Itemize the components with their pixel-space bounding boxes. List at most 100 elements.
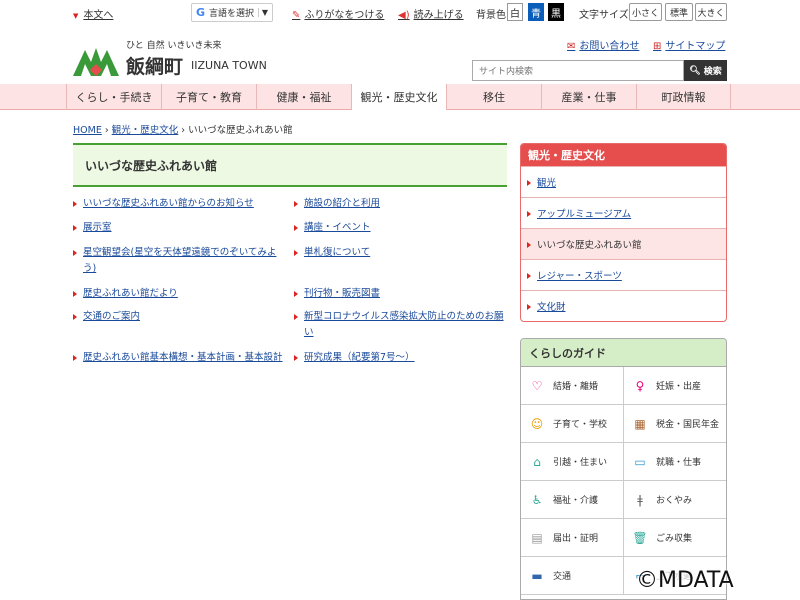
guide-garbage[interactable]: 🗑︎ ごみ収集 — [624, 519, 726, 557]
breadcrumb-separator: › — [104, 125, 109, 136]
link-basic-plan[interactable]: 歴史ふれあい館基本構想・基本計画・基本設計 — [73, 350, 283, 366]
house-icon: ⌂ — [533, 454, 541, 469]
guide-tax[interactable]: ▦ 税金・国民年金 — [624, 405, 726, 443]
nav-item-childcare[interactable]: 子育て・教育 — [161, 84, 256, 110]
document-icon: ▤ — [531, 530, 543, 545]
side-item-history-hall[interactable]: いいづな歴史ふれあい館 — [521, 228, 726, 259]
nav-item-living[interactable]: くらし・手続き — [66, 84, 161, 110]
side-item-leisure[interactable]: レジャー・スポーツ — [521, 259, 726, 290]
guide-transport[interactable]: ▬ 交通 — [521, 557, 624, 595]
breadcrumb-current: いいづな歴史ふれあい館 — [188, 125, 293, 136]
calculator-icon: ▦ — [634, 416, 646, 431]
breadcrumb-home[interactable]: HOME — [73, 125, 102, 136]
furigana-button[interactable]: ✎ ふりがなをつける — [292, 6, 384, 21]
side-menu-title: 観光・歴史文化 — [521, 144, 726, 166]
guide-certificates[interactable]: ▤ 届出・証明 — [521, 519, 624, 557]
side-item-apple-museum[interactable]: アップルミュージアム — [521, 197, 726, 228]
page-title: いいづな歴史ふれあい館 — [73, 143, 507, 187]
search-button-label: 検索 — [703, 67, 722, 77]
skip-to-content-link[interactable]: 本文へ — [73, 6, 113, 21]
guide-welfare[interactable]: ♿ 福祉・介護 — [521, 481, 624, 519]
guide-label: 福祉・介護 — [553, 496, 599, 506]
guide-jobs[interactable]: ▭ 就職・仕事 — [624, 443, 726, 481]
guide-label: おくやみ — [656, 496, 693, 506]
breadcrumb: HOME › 観光・歴史文化 › いいづな歴史ふれあい館 — [73, 122, 293, 136]
sitemap-label: サイトマップ — [665, 41, 726, 52]
guide-pregnancy[interactable]: ♀ 妊娠・出産 — [624, 367, 726, 405]
living-guide: くらしのガイド ♡ 結婚・離婚 ♀ 妊娠・出産 ☺ 子育て・学校 ▦ 税金・国民年金 ⌂… — [520, 338, 727, 600]
link-access[interactable]: 交通のご案内 — [72, 309, 140, 325]
side-item-tourism[interactable]: 観光 — [521, 166, 726, 197]
search-button[interactable]: 🔍︎ 検索 — [684, 60, 727, 81]
mail-icon: ✉ — [567, 41, 576, 52]
contact-link[interactable]: ✉ お問い合わせ — [567, 37, 639, 52]
furigana-label: ふりがなをつける — [304, 10, 385, 21]
guide-label: 結婚・離婚 — [553, 382, 599, 392]
guide-label: 交通 — [553, 572, 572, 582]
link-covid-line2: い — [304, 327, 314, 338]
guide-label: 税金・国民年金 — [656, 420, 720, 430]
child-icon: ☺ — [530, 416, 544, 431]
guide-condolence[interactable]: ǂ おくやみ — [624, 481, 726, 519]
background-color-label: 背景色 — [476, 10, 506, 21]
guide-label: 就職・仕事 — [656, 458, 702, 468]
link-covid-request[interactable]: 新型コロナウイルス感染拡大防止のためのお願 い — [294, 309, 504, 341]
link-notices[interactable]: いいづな歴史ふれあい館からのお知らせ — [73, 196, 254, 212]
nav-item-relocation[interactable]: 移住 — [446, 84, 541, 110]
font-normal-button[interactable]: 標準 — [665, 3, 693, 21]
link-lectures-events[interactable]: 講座・イベント — [294, 220, 371, 236]
link-stargazing-line2: う) — [83, 263, 97, 274]
living-guide-title: くらしのガイド — [521, 339, 726, 367]
link-exhibition-room[interactable]: 展示室 — [73, 220, 112, 236]
pencil-icon: ✎ — [292, 10, 301, 21]
bus-icon: ▬ — [531, 568, 543, 583]
link-stargazing[interactable]: 星空観望会(星空を天体望遠鏡でのぞいてみよ う) — [72, 245, 277, 277]
bg-blue-button[interactable]: 青 — [528, 3, 544, 21]
side-item-cultural-assets[interactable]: 文化財 — [521, 290, 726, 321]
watermark: ©MDATA — [636, 568, 734, 593]
guide-moving[interactable]: ⌂ 引越・住まい — [521, 443, 624, 481]
font-size-label: 文字サイズ — [579, 10, 629, 21]
incense-icon: ǂ — [637, 492, 643, 507]
breadcrumb-tourism[interactable]: 観光・歴史文化 — [112, 125, 179, 136]
link-newsletter[interactable]: 歴史ふれあい館だより — [73, 286, 178, 302]
town-name: 飯綱町 — [126, 56, 184, 78]
bg-white-button[interactable]: 白 — [507, 3, 523, 21]
search-input[interactable] — [472, 60, 684, 81]
nav-item-tourism[interactable]: 観光・歴史文化 — [351, 84, 446, 110]
nav-item-health[interactable]: 健康・福祉 — [256, 84, 351, 110]
pregnancy-icon: ♀ — [635, 378, 645, 393]
guide-school[interactable]: ☺ 子育て・学校 — [521, 405, 624, 443]
link-tanfuku[interactable]: 単札復について — [293, 245, 370, 261]
sitemap-icon: ⊞ — [653, 41, 662, 52]
trash-icon: 🗑︎ — [632, 530, 648, 545]
contact-label: お問い合わせ — [579, 41, 640, 52]
nav-item-industry[interactable]: 産業・仕事 — [541, 84, 636, 110]
guide-marriage[interactable]: ♡ 結婚・離婚 — [521, 367, 624, 405]
guide-label: 届出・証明 — [553, 534, 599, 544]
font-small-button[interactable]: 小さく — [629, 3, 662, 21]
link-research[interactable]: 研究成果（紀要第7号～） — [294, 350, 415, 366]
read-aloud-button[interactable]: ◀) 読み上げる — [398, 6, 464, 21]
bg-black-button[interactable]: 黒 — [548, 3, 564, 21]
link-stargazing-line1: 星空観望会(星空を天体望遠鏡でのぞいてみよ — [83, 247, 277, 258]
care-icon: ♿ — [531, 492, 543, 507]
mountain-logo-icon — [73, 48, 119, 76]
catchphrase: ひと 自然 いきいき未来 — [126, 41, 222, 51]
heart-icon: ♡ — [531, 378, 543, 393]
link-facility-info[interactable]: 施設の紹介と利用 — [293, 196, 380, 212]
side-menu-tourism: 観光・歴史文化 観光 アップルミュージアム いいづな歴史ふれあい館 レジャー・ス… — [520, 143, 727, 322]
font-large-button[interactable]: 大きく — [695, 3, 727, 21]
read-aloud-label: 読み上げる — [413, 10, 464, 21]
nav-item-government[interactable]: 町政情報 — [636, 84, 731, 110]
sitemap-link[interactable]: ⊞ サイトマップ — [653, 37, 725, 52]
guide-label: ごみ収集 — [656, 534, 693, 544]
guide-label: 子育て・学校 — [553, 420, 608, 430]
search-icon: 🔍︎ — [689, 65, 701, 76]
link-publications[interactable]: 刊行物・販売図書 — [293, 286, 380, 302]
language-selector-label: 言語を選択 — [209, 9, 255, 19]
language-selector[interactable]: G 言語を選択 ▼ — [191, 3, 273, 22]
link-covid-line1: 新型コロナウイルス感染拡大防止のためのお願 — [304, 311, 504, 322]
briefcase-icon: ▭ — [634, 454, 646, 469]
global-nav: くらし・手続き 子育て・教育 健康・福祉 観光・歴史文化 移住 産業・仕事 町政… — [0, 84, 800, 110]
